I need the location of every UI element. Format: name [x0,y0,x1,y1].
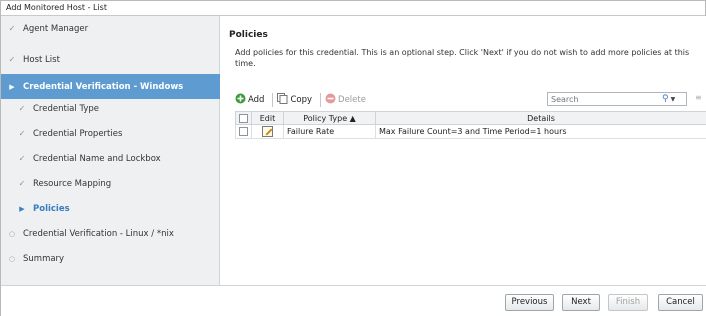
next-button[interactable]: Next [562,294,600,311]
sidebar-item-label: Credential Verification - Windows [23,81,184,92]
table-header-row: Edit Policy Type ▲ Details [235,111,706,125]
policies-toolbar: Add Copy Delete ⚲ ▼ ≡ [235,91,706,109]
checkmark-icon: ✓ [18,104,26,113]
sidebar-item-label: Credential Verification - Linux / *nix [23,228,174,239]
sidebar-item-label: Policies [33,203,70,214]
chevron-down-icon[interactable]: ▼ [671,96,676,103]
add-label: Add [248,95,265,105]
add-button[interactable]: Add [235,92,268,108]
checkmark-icon: ✓ [18,129,26,138]
row-edit-cell [251,124,284,139]
triangle-right-icon: ▶ [9,82,15,91]
sidebar-item-label: Resource Mapping [33,178,112,189]
select-all-checkbox[interactable] [239,113,248,123]
row-policy-type: Failure Rate [283,124,376,139]
copy-button[interactable]: Copy [277,92,316,108]
circle-icon: ○ [8,254,16,263]
sidebar-item-summary[interactable]: ○ Summary [1,246,220,271]
sidebar-item-resource-mapping[interactable]: ✓ Resource Mapping [1,171,220,196]
row-details: Max Failure Count=3 and Time Period=1 ho… [375,124,706,139]
search-icon[interactable]: ⚲ [662,94,669,104]
table-row[interactable]: Failure Rate Max Failure Count=3 and Tim… [235,124,706,139]
toolbar-divider [320,93,322,107]
sidebar-item-policies[interactable]: ▶ Policies [1,196,220,221]
sidebar-item-label: Credential Name and Lockbox [33,153,161,164]
column-header-policy-type[interactable]: Policy Type ▲ [283,111,376,125]
previous-button[interactable]: Previous [505,294,554,311]
row-checkbox[interactable] [239,127,248,136]
add-icon [235,93,246,107]
section-title: Policies [229,30,268,40]
finish-button[interactable]: Finish [608,294,648,311]
sidebar-item-credential-properties[interactable]: ✓ Credential Properties [1,121,220,146]
policies-table: Edit Policy Type ▲ Details Failure Rate … [235,111,706,139]
toolbar-divider [272,93,274,107]
checkmark-icon: ✓ [8,55,16,64]
window-title: Add Monitored Host - List [1,1,705,16]
search-input[interactable] [548,93,660,105]
dialog-window: Add Monitored Host - List ✓ Agent Manage… [0,0,706,316]
triangle-right-icon: ▶ [19,204,25,213]
sidebar-item-label: Credential Properties [33,128,123,139]
row-select-cell [235,124,252,139]
delete-icon [325,93,336,107]
wizard-sidebar: ✓ Agent Manager ✓ Host List ▶ Credential… [1,16,220,285]
sidebar-item-credential-name-lockbox[interactable]: ✓ Credential Name and Lockbox [1,146,220,171]
sidebar-item-label: Credential Type [33,103,99,114]
main-panel: Policies Add policies for this credentia… [221,16,706,285]
checkmark-icon: ✓ [18,154,26,163]
copy-icon [277,93,288,107]
section-description: Add policies for this credential. This i… [235,48,690,68]
sidebar-item-host-list[interactable]: ✓ Host List [1,47,220,72]
sidebar-item-label: Host List [23,54,60,65]
cancel-button[interactable]: Cancel [658,294,703,311]
checkmark-icon: ✓ [8,24,16,33]
sidebar-item-credential-verification-linux[interactable]: ○ Credential Verification - Linux / *nix [1,221,220,246]
sidebar-item-label: Summary [23,253,65,264]
search-box: ⚲ ▼ [547,92,687,106]
delete-label: Delete [338,95,366,105]
circle-icon: ○ [8,229,16,238]
select-all-header [235,111,252,125]
copy-label: Copy [290,95,313,105]
wizard-footer: Previous Next Finish Cancel [1,285,706,316]
checkmark-icon: ✓ [18,179,26,188]
column-header-details[interactable]: Details [375,111,706,125]
sidebar-item-agent-manager[interactable]: ✓ Agent Manager [1,16,220,41]
delete-button[interactable]: Delete [325,92,370,108]
column-header-edit[interactable]: Edit [251,111,284,125]
sidebar-item-credential-type[interactable]: ✓ Credential Type [1,96,220,121]
edit-icon[interactable] [262,126,273,137]
sidebar-item-label: Agent Manager [23,23,89,34]
grid-options-icon[interactable]: ≡ [695,93,702,102]
